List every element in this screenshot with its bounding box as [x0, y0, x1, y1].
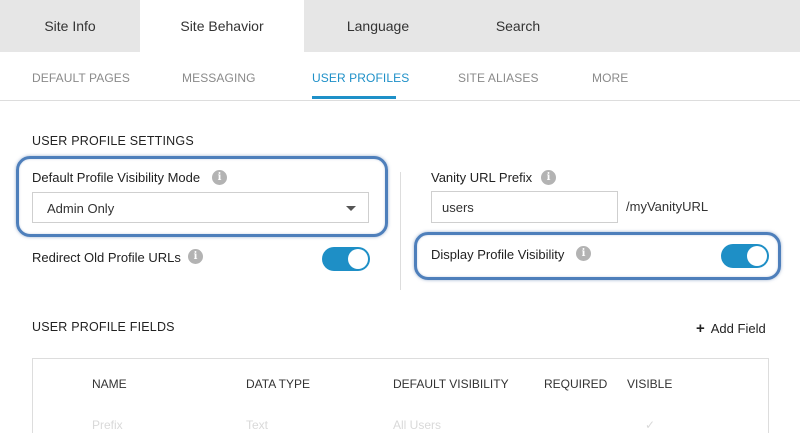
- info-icon[interactable]: i: [541, 170, 556, 185]
- vanity-prefix-input[interactable]: [431, 191, 618, 223]
- row-data-type: Text: [246, 418, 269, 432]
- column-header-visible[interactable]: VISIBLE: [627, 377, 672, 391]
- subtab-more[interactable]: MORE: [592, 71, 628, 85]
- redirect-label: Redirect Old Profile URLs: [32, 250, 181, 265]
- tab-search[interactable]: Search: [452, 0, 584, 52]
- column-header-default-visibility[interactable]: DEFAULT VISIBILITY: [393, 377, 509, 391]
- top-tab-bar: Site Info Site Behavior Language Search: [0, 0, 800, 52]
- column-header-name[interactable]: NAME: [92, 377, 127, 391]
- column-header-required[interactable]: REQUIRED: [544, 377, 607, 391]
- vanity-url-suffix: /myVanityURL: [626, 199, 709, 214]
- toggle-knob: [348, 249, 368, 269]
- subtab-user-profiles[interactable]: USER PROFILES: [312, 71, 409, 85]
- vanity-prefix-label: Vanity URL Prefix: [431, 170, 533, 185]
- tab-site-behavior[interactable]: Site Behavior: [140, 0, 304, 52]
- subtab-messaging[interactable]: MESSAGING: [182, 71, 256, 85]
- highlight-visibility-mode: [16, 156, 388, 237]
- highlight-display-visibility: [414, 232, 781, 280]
- profile-fields-table: NAME DATA TYPE DEFAULT VISIBILITY REQUIR…: [32, 358, 769, 433]
- add-field-button[interactable]: + Add Field: [696, 320, 766, 337]
- row-default-visibility: All Users: [393, 418, 442, 432]
- plus-icon: +: [696, 320, 705, 337]
- column-divider: [400, 172, 401, 290]
- user-profile-fields-title: USER PROFILE FIELDS: [32, 320, 175, 334]
- subtab-default-pages[interactable]: DEFAULT PAGES: [32, 71, 130, 85]
- column-header-data-type[interactable]: DATA TYPE: [246, 377, 310, 391]
- add-field-label: Add Field: [710, 321, 766, 336]
- subtab-site-aliases[interactable]: SITE ALIASES: [458, 71, 539, 85]
- check-icon: ✓: [645, 418, 656, 432]
- info-icon[interactable]: i: [188, 249, 203, 264]
- active-subtab-indicator: [312, 96, 396, 99]
- redirect-toggle[interactable]: [322, 247, 370, 271]
- sub-tab-bar: DEFAULT PAGES MESSAGING USER PROFILES SI…: [0, 52, 800, 101]
- tab-language[interactable]: Language: [304, 0, 452, 52]
- tab-site-info[interactable]: Site Info: [0, 0, 140, 52]
- user-profile-settings-title: USER PROFILE SETTINGS: [32, 134, 194, 148]
- row-name: Prefix: [92, 418, 123, 432]
